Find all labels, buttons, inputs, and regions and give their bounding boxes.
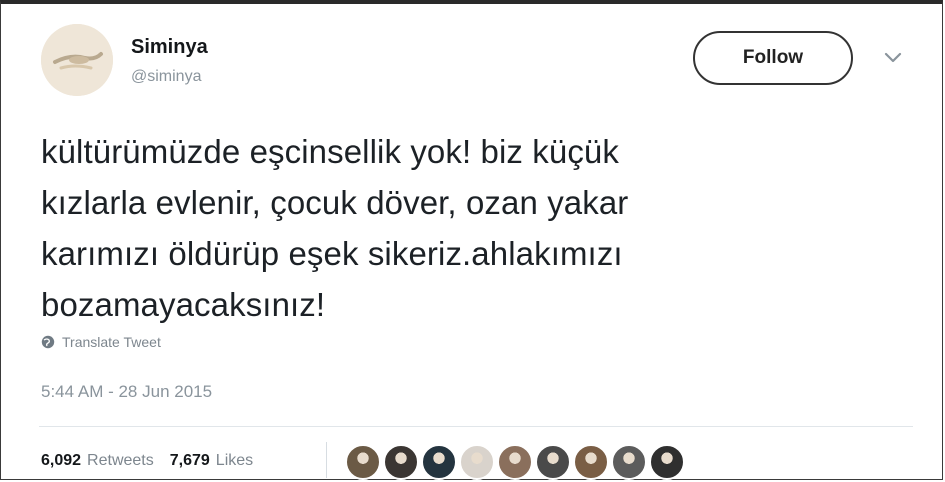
retweets-count[interactable]: 6,092	[41, 452, 81, 470]
tweet-line: bozamayacaksınız!	[41, 286, 326, 323]
liker-avatar[interactable]	[421, 444, 457, 480]
translate-label: Translate Tweet	[62, 334, 161, 350]
likes-label[interactable]: Likes	[216, 452, 253, 470]
avatar-image-icon	[41, 24, 113, 96]
tweet-card: Siminya @siminya Follow kültürümüzde eşc…	[0, 0, 943, 480]
liker-avatar[interactable]	[383, 444, 419, 480]
avatar[interactable]	[41, 24, 113, 96]
tweet-line: kızlarla evlenir, çocuk döver, ozan yaka…	[41, 184, 629, 221]
chevron-down-icon[interactable]	[881, 48, 905, 68]
liker-avatar[interactable]	[497, 444, 533, 480]
display-name[interactable]: Siminya	[131, 36, 208, 59]
liker-avatar[interactable]	[611, 444, 647, 480]
translate-tweet-link[interactable]: Translate Tweet	[41, 334, 161, 350]
user-handle[interactable]: @siminya	[131, 68, 201, 86]
tweet-timestamp[interactable]: 5:44 AM - 28 Jun 2015	[41, 382, 212, 402]
tweet-line: karımızı öldürüp eşek sikeriz.ahlakımızı	[41, 235, 623, 272]
divider	[39, 426, 913, 427]
liker-avatar[interactable]	[649, 444, 685, 480]
liker-avatars	[345, 444, 687, 480]
liker-avatar[interactable]	[459, 444, 495, 480]
stats-divider	[326, 442, 327, 478]
liker-avatar[interactable]	[535, 444, 571, 480]
tweet-text: kültürümüzde eşcinsellik yok! biz küçük …	[41, 126, 911, 330]
tweet-stats: 6,092 Retweets 7,679 Likes	[41, 452, 253, 470]
liker-avatar[interactable]	[573, 444, 609, 480]
retweets-label[interactable]: Retweets	[87, 452, 154, 470]
globe-icon	[41, 335, 55, 349]
tweet-line: kültürümüzde eşcinsellik yok! biz küçük	[41, 133, 619, 170]
follow-button[interactable]: Follow	[693, 31, 853, 85]
likes-count[interactable]: 7,679	[170, 452, 210, 470]
liker-avatar[interactable]	[345, 444, 381, 480]
